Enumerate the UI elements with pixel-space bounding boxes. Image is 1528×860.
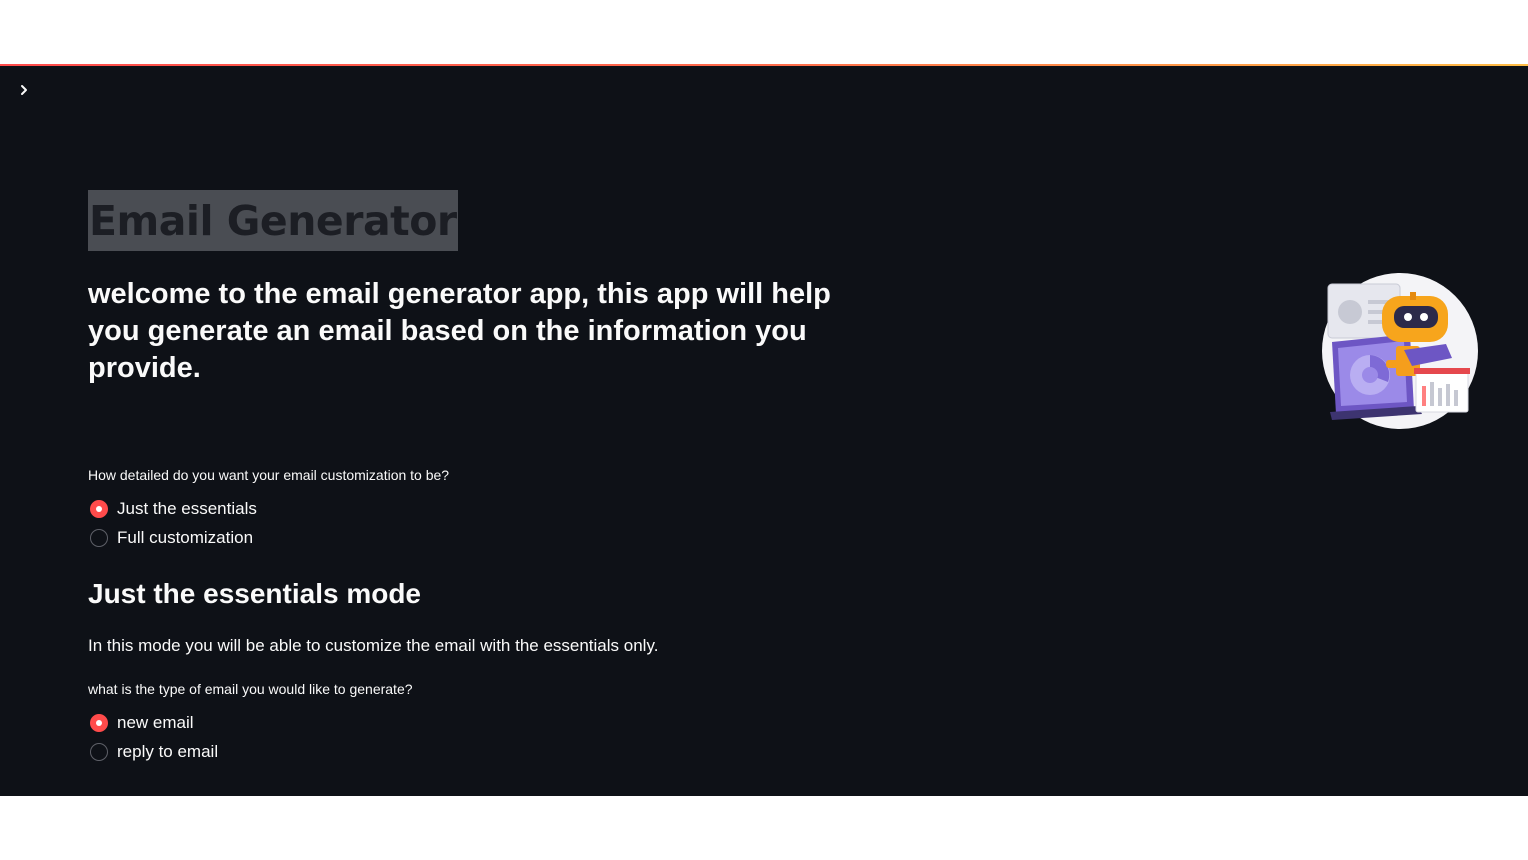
app-main: Email Generator welcome to the email gen…: [0, 64, 1528, 796]
page-title-highlight: Email Generator: [88, 190, 458, 251]
robot-laptop-illustration: [1322, 273, 1478, 429]
email-type-radio-group: new email reply to email: [88, 708, 218, 766]
radio-option-new-email[interactable]: new email: [88, 708, 218, 737]
welcome-heading: welcome to the email generator app, this…: [88, 278, 831, 384]
radio-option-full-customization[interactable]: Full customization: [88, 523, 257, 552]
radio-option-reply-to-email[interactable]: reply to email: [88, 737, 218, 766]
radio-selected-icon: [90, 499, 108, 518]
bottom-whitespace: [0, 796, 1528, 860]
radio-unselected-icon: [90, 742, 108, 761]
top-whitespace: [0, 0, 1528, 64]
radio-unselected-icon: [90, 528, 108, 547]
chevron-right-icon: [21, 85, 27, 95]
radio-selected-icon: [90, 713, 108, 732]
header-decoration-bar: [0, 64, 1528, 66]
sidebar-expand-button[interactable]: [12, 78, 36, 102]
mode-subheader: Just the essentials mode: [88, 578, 422, 609]
page-title: Email Generator: [89, 196, 457, 245]
radio-option-just-the-essentials[interactable]: Just the essentials: [88, 494, 257, 523]
mode-description: In this mode you will be able to customi…: [88, 636, 659, 655]
email-type-question: what is the type of email you would like…: [88, 681, 413, 697]
customization-radio-group: Just the essentials Full customization: [88, 494, 257, 552]
customization-question: How detailed do you want your email cust…: [88, 467, 450, 483]
